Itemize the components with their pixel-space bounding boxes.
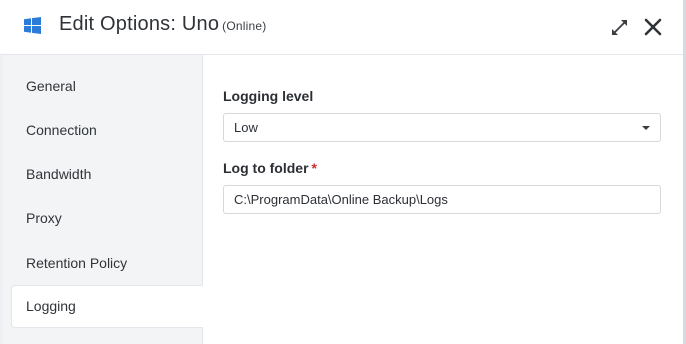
logging-options-panel: Logging level Low Log to folder * xyxy=(203,55,683,344)
caret-down-icon xyxy=(642,126,650,130)
close-x-icon[interactable] xyxy=(643,17,663,37)
windows-logo-icon xyxy=(24,17,41,34)
dialog-header: Edit Options: Uno (Online) xyxy=(0,0,683,55)
connection-status: (Online) xyxy=(222,19,267,33)
log-folder-label-text: Log to folder xyxy=(223,160,309,176)
sidebar-item-general[interactable]: General xyxy=(3,64,202,108)
edit-options-dialog: Edit Options: Uno (Online) General Connec… xyxy=(0,0,686,344)
sidebar-item-proxy[interactable]: Proxy xyxy=(3,196,202,240)
required-asterisk: * xyxy=(311,160,317,176)
log-folder-input[interactable] xyxy=(223,185,661,214)
dialog-title-text: Edit Options: Uno xyxy=(59,13,220,35)
dialog-title: Edit Options: Uno (Online) xyxy=(59,13,266,36)
log-folder-label: Log to folder * xyxy=(223,160,317,176)
sidebar-item-bandwidth[interactable]: Bandwidth xyxy=(3,152,202,196)
sidebar-item-connection[interactable]: Connection xyxy=(3,108,202,152)
logging-level-label: Logging level xyxy=(223,88,314,104)
logging-level-value: Low xyxy=(234,120,258,135)
sidebar-item-retention-policy[interactable]: Retention Policy xyxy=(3,241,202,285)
sidebar-item-logging[interactable]: Logging xyxy=(11,285,203,328)
options-sidebar: General Connection Bandwidth Proxy Reten… xyxy=(3,55,203,344)
logging-level-select[interactable]: Low xyxy=(223,113,661,142)
expand-arrows-icon[interactable] xyxy=(611,19,628,36)
